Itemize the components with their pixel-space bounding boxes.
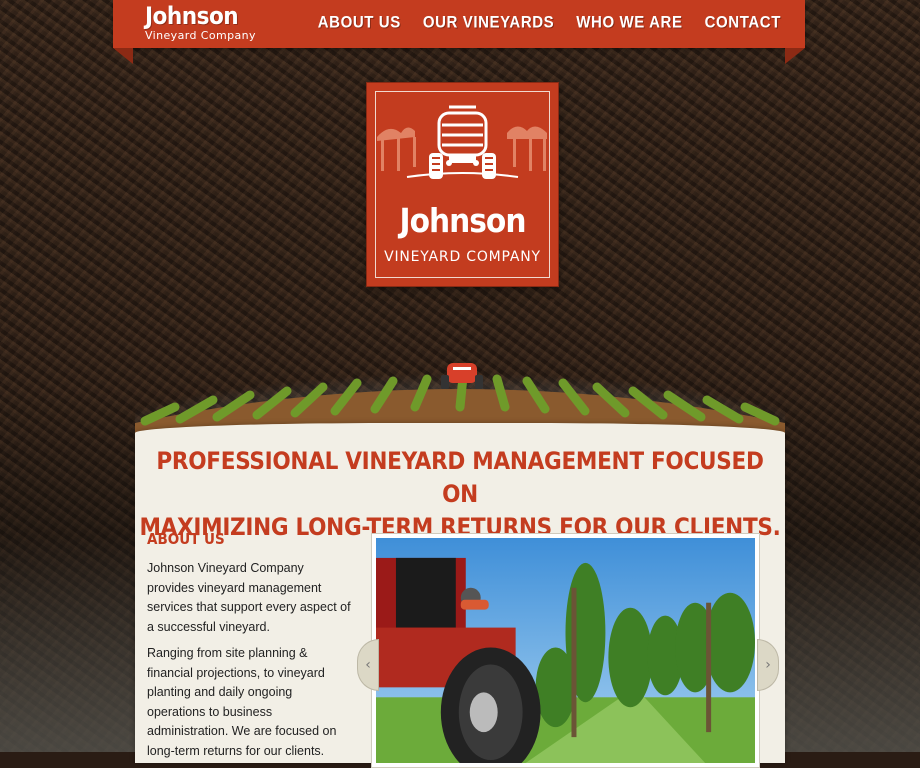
slider-prev-button[interactable]: ‹ — [357, 639, 379, 691]
brand-subtitle: Vineyard Company — [145, 29, 256, 42]
ribbon-fold-right — [785, 48, 805, 64]
slider-next-button[interactable]: › — [757, 639, 779, 691]
logo-subtitle: VINEYARD COMPANY — [384, 249, 541, 265]
photo-slider — [371, 533, 760, 768]
header-ribbon: Johnson Vineyard Company ABOUT US OUR VI… — [113, 0, 805, 48]
chevron-left-icon: ‹ — [365, 657, 371, 673]
logo-name: Johnson — [399, 201, 527, 240]
center-logo: Johnson VINEYARD COMPANY — [367, 83, 558, 286]
about-heading: ABOUT US — [147, 530, 225, 548]
brand-name: Johnson — [145, 2, 239, 30]
nav-about-us[interactable]: ABOUT US — [318, 13, 401, 32]
ribbon-fold-left — [113, 48, 133, 64]
about-paragraph-1: Johnson Vineyard Company provides vineya… — [147, 561, 351, 634]
tractor-icon — [377, 105, 547, 179]
headline-line-1: PROFESSIONAL VINEYARD MANAGEMENT FOCUSED… — [156, 447, 764, 508]
nav-who-we-are[interactable]: WHO WE ARE — [576, 13, 682, 32]
nav-our-vineyards[interactable]: OUR VINEYARDS — [423, 13, 554, 32]
tractor-vineyard-photo — [376, 538, 755, 763]
chevron-right-icon: › — [765, 657, 771, 673]
headline: PROFESSIONAL VINEYARD MANAGEMENT FOCUSED… — [135, 445, 785, 544]
main-nav: ABOUT US OUR VINEYARDS WHO WE ARE CONTAC… — [318, 13, 781, 32]
nav-contact[interactable]: CONTACT — [705, 13, 781, 32]
brand-logo-link[interactable]: Johnson Vineyard Company — [145, 4, 256, 42]
content-panel: PROFESSIONAL VINEYARD MANAGEMENT FOCUSED… — [135, 423, 785, 768]
about-paragraph-2: Ranging from site planning & financial p… — [147, 646, 337, 758]
about-text: Johnson Vineyard Company provides vineya… — [147, 559, 352, 768]
